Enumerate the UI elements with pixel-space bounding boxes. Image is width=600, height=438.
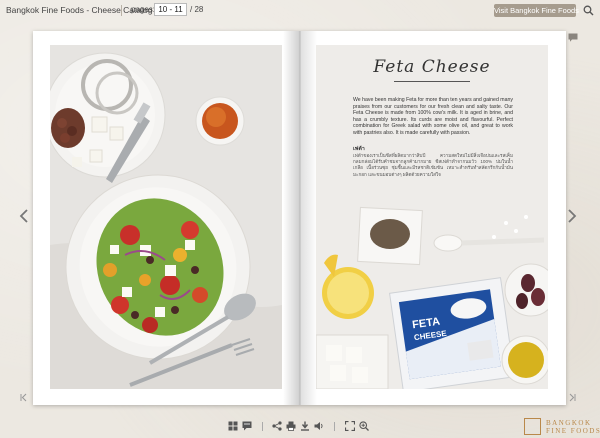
- visit-site-button[interactable]: Visit Bangkok Fine Foods: [494, 4, 579, 17]
- logo-line-2: FINE FOODS: [546, 427, 600, 435]
- description-thai: เฟต้าของเราเป็นชีสที่ผลิตมากว่าสิบปี ควา…: [353, 153, 513, 177]
- feta-cheese-page: FETA CHEESE Feta Cheese We have been mak…: [316, 45, 548, 389]
- logo-line-1: BANGKOK: [546, 419, 592, 427]
- fullscreen-icon[interactable]: [345, 421, 355, 431]
- double-chevron-right-icon[interactable]: [567, 393, 576, 402]
- page-heading: Feta Cheese: [373, 57, 491, 77]
- toolbar-divider: [334, 422, 335, 431]
- brand-logo[interactable]: BANGKOK FINE FOODS: [524, 417, 600, 437]
- thai-heading: เฟต้า: [353, 146, 365, 152]
- double-chevron-left-icon[interactable]: [20, 393, 29, 402]
- zoom-in-icon[interactable]: [359, 421, 369, 431]
- left-page[interactable]: [33, 31, 299, 405]
- divider: [121, 5, 122, 16]
- sound-icon[interactable]: [314, 421, 324, 431]
- chevron-right-icon[interactable]: [566, 208, 578, 224]
- right-page[interactable]: FETA CHEESE Feta Cheese We have been mak…: [299, 31, 566, 405]
- comment-icon[interactable]: [242, 421, 252, 431]
- toolbar-divider: [262, 422, 263, 431]
- bottom-toolbar: [0, 414, 600, 438]
- share-icon[interactable]: [272, 421, 282, 431]
- greek-salad-photo: [50, 45, 282, 389]
- page-number-input[interactable]: [154, 3, 187, 16]
- download-icon[interactable]: [300, 421, 310, 431]
- greek-salad-illustration: [50, 45, 282, 389]
- thumbnails-icon[interactable]: [228, 421, 238, 431]
- book-spine-shadow: [283, 31, 317, 405]
- chevron-left-icon[interactable]: [18, 208, 30, 224]
- print-icon[interactable]: [286, 421, 296, 431]
- flipbook-spread: FETA CHEESE Feta Cheese We have been mak…: [33, 31, 566, 405]
- pages-label: pages:: [131, 5, 156, 14]
- top-bar: Bangkok Fine Foods - Cheese Catalog page…: [0, 0, 600, 22]
- search-icon[interactable]: [583, 5, 594, 16]
- logo-mark-icon: [524, 418, 541, 435]
- description-english: We have been making Feta for more than t…: [353, 97, 513, 136]
- page-total: / 28: [190, 5, 204, 14]
- comment-corner-icon[interactable]: [568, 33, 578, 42]
- heading-underline: [394, 81, 470, 82]
